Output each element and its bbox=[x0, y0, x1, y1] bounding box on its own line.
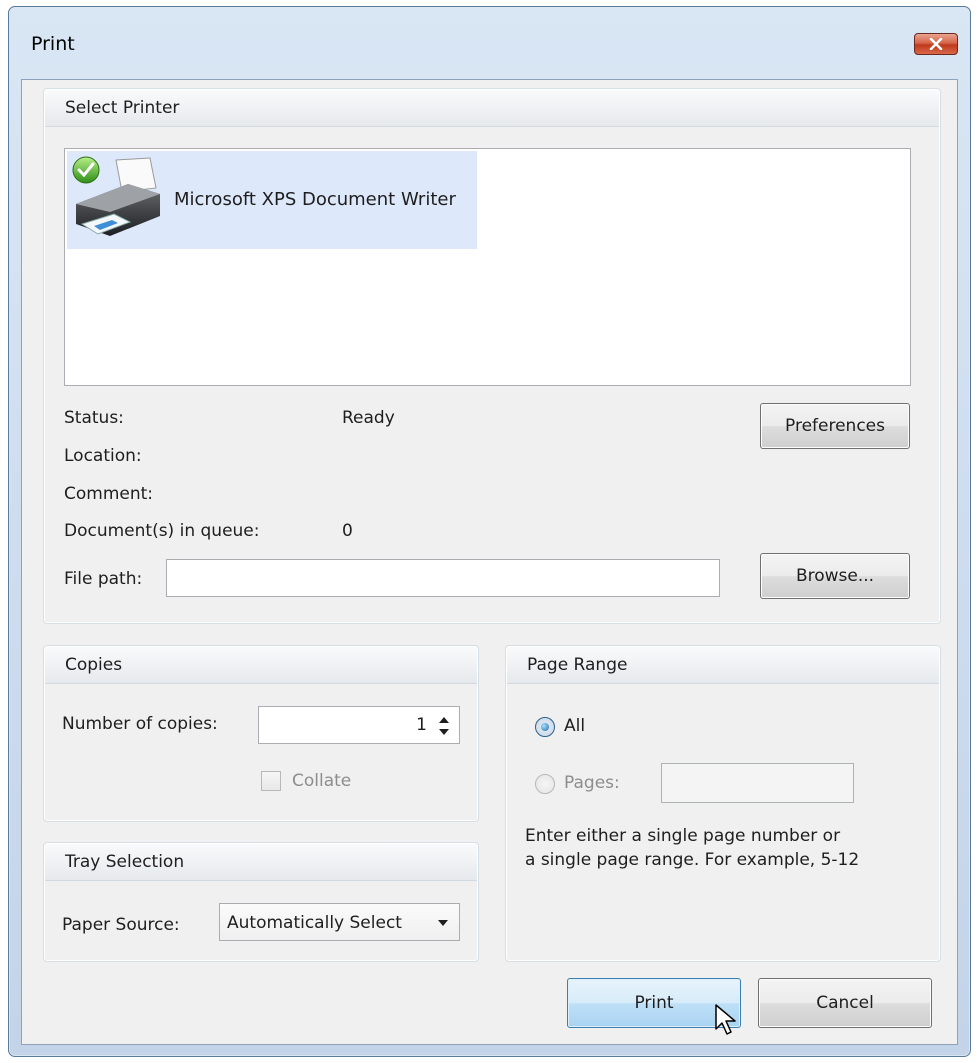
tray-selection-group: Tray Selection Paper Source: Automatical… bbox=[43, 842, 479, 962]
queue-value: 0 bbox=[342, 521, 353, 541]
check-icon bbox=[72, 156, 100, 184]
dialog-body: Select Printer Microsoft XPS Document Wr… bbox=[21, 79, 958, 1045]
preferences-button[interactable]: Preferences bbox=[760, 403, 910, 449]
select-printer-group: Select Printer Microsoft XPS Document Wr… bbox=[43, 88, 941, 624]
pages-label: Pages: bbox=[564, 773, 620, 793]
pages-input[interactable] bbox=[661, 763, 854, 803]
chevron-down-icon bbox=[438, 920, 448, 926]
print-dialog: Print Select Printer Microsoft XPS Docum… bbox=[8, 6, 971, 1057]
page-range-help-line2: a single page range. For example, 5-12 bbox=[525, 850, 860, 870]
pages-radio[interactable] bbox=[535, 774, 555, 794]
copies-stepper[interactable]: 1 bbox=[258, 706, 460, 744]
close-icon bbox=[929, 38, 943, 50]
printer-list[interactable]: Microsoft XPS Document Writer bbox=[64, 148, 911, 386]
all-label: All bbox=[564, 716, 586, 736]
mouse-cursor-icon bbox=[715, 1004, 736, 1035]
page-range-header: Page Range bbox=[507, 647, 939, 684]
spin-arrows-icon[interactable] bbox=[437, 714, 451, 738]
printer-item[interactable]: Microsoft XPS Document Writer bbox=[67, 151, 477, 249]
location-label: Location: bbox=[64, 446, 142, 466]
collate-label: Collate bbox=[292, 771, 352, 791]
copies-header: Copies bbox=[45, 647, 477, 684]
printer-icon bbox=[72, 156, 160, 236]
close-button[interactable] bbox=[914, 33, 958, 55]
copies-value: 1 bbox=[416, 715, 427, 735]
paper-source-select[interactable]: Automatically Select bbox=[219, 903, 460, 941]
status-label: Status: bbox=[64, 408, 124, 428]
page-range-help-line1: Enter either a single page number or bbox=[525, 826, 841, 846]
queue-label: Document(s) in queue: bbox=[64, 521, 260, 541]
printer-name: Microsoft XPS Document Writer bbox=[174, 189, 456, 210]
window-title: Print bbox=[31, 33, 75, 55]
select-printer-header: Select Printer bbox=[45, 90, 939, 127]
tray-selection-header: Tray Selection bbox=[45, 844, 477, 881]
file-path-input[interactable] bbox=[166, 559, 720, 597]
comment-label: Comment: bbox=[64, 484, 154, 504]
title-bar[interactable]: Print bbox=[9, 7, 970, 79]
status-value: Ready bbox=[342, 408, 395, 428]
paper-source-label: Paper Source: bbox=[62, 915, 180, 935]
paper-source-value: Automatically Select bbox=[227, 913, 402, 933]
cancel-button[interactable]: Cancel bbox=[758, 978, 932, 1028]
collate-checkbox[interactable] bbox=[261, 771, 281, 791]
page-range-group: Page Range All Pages: Enter either a sin… bbox=[505, 645, 941, 962]
copies-group: Copies Number of copies: 1 Collate bbox=[43, 645, 479, 822]
file-path-label: File path: bbox=[64, 569, 143, 589]
number-of-copies-label: Number of copies: bbox=[62, 714, 218, 734]
all-radio[interactable] bbox=[535, 717, 555, 737]
browse-button[interactable]: Browse... bbox=[760, 553, 910, 599]
